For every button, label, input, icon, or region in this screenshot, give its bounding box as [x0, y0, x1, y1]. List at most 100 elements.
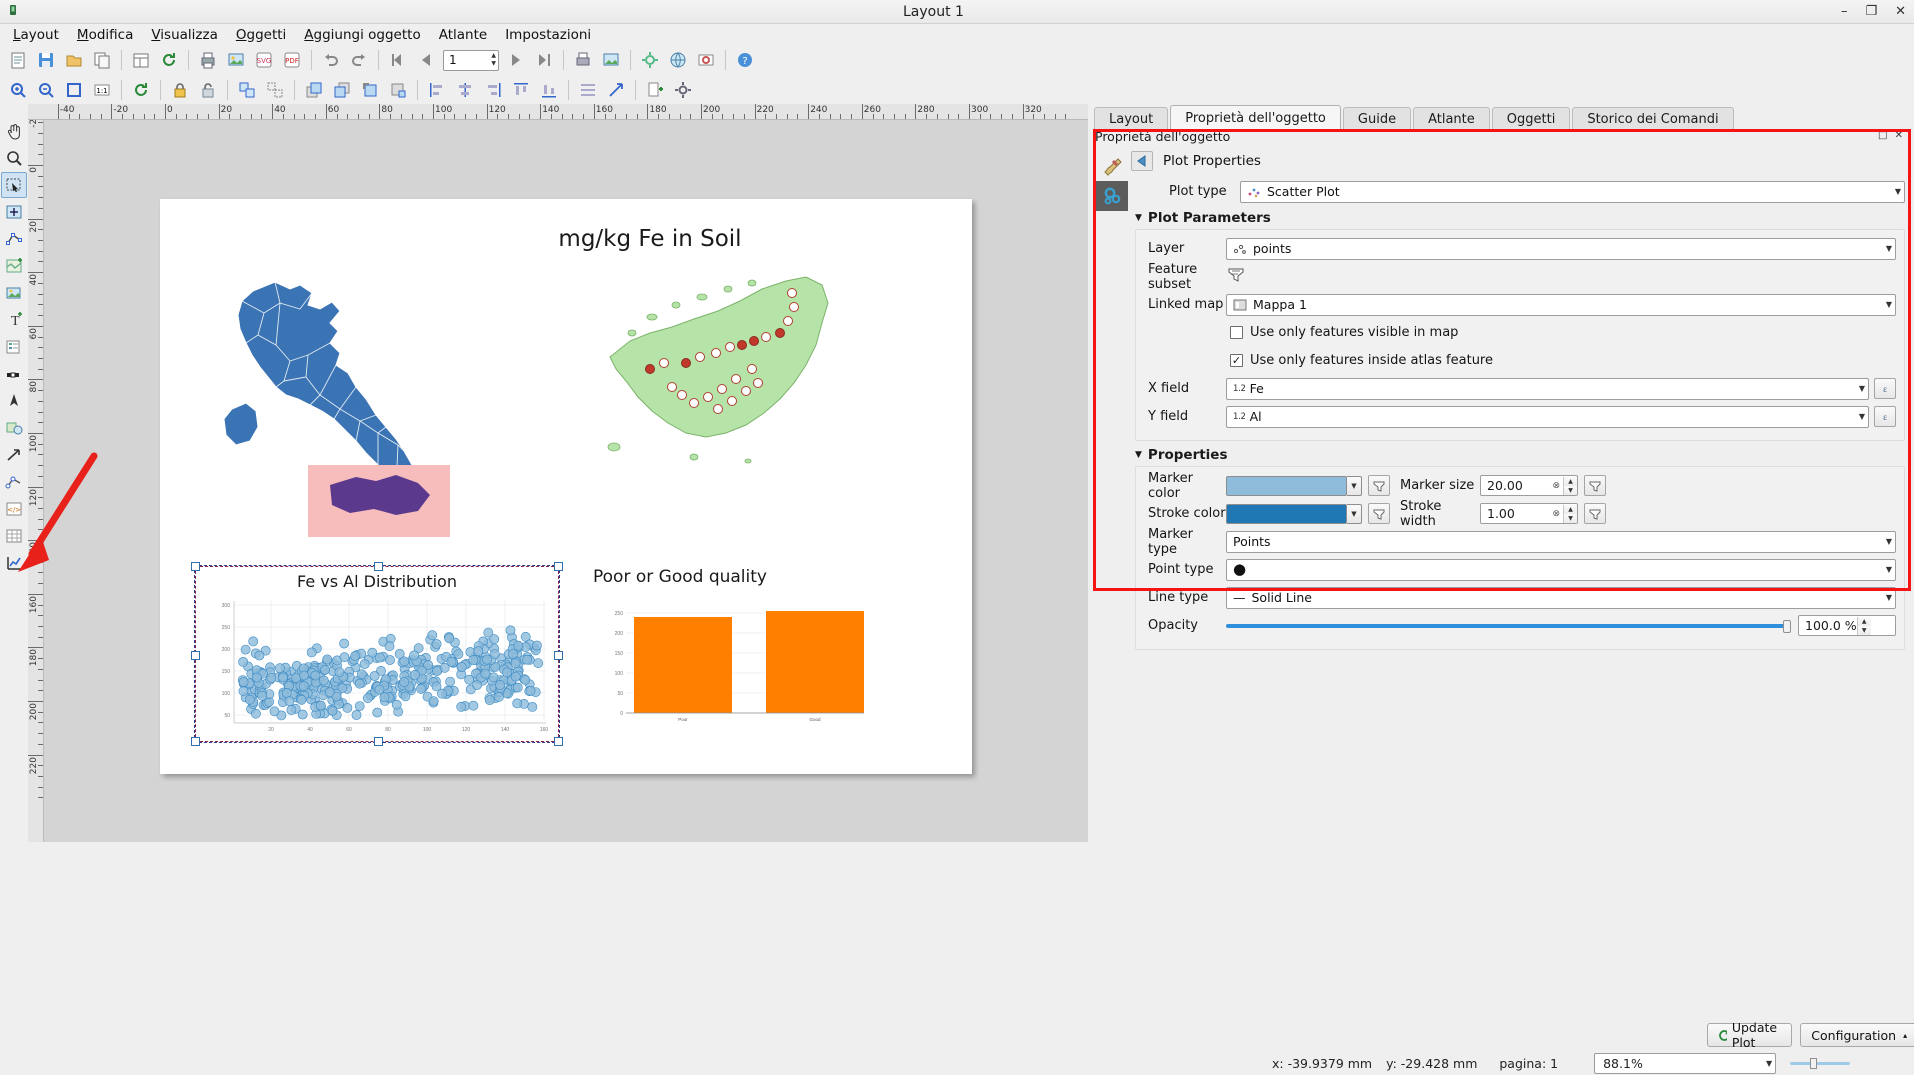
add-scalebar-icon[interactable] [1, 361, 27, 387]
zoom-out-tool-icon[interactable] [33, 78, 59, 102]
menu-oggetti[interactable]: Oggetti [227, 25, 295, 45]
new-layout-icon[interactable] [5, 48, 31, 72]
y-field-select[interactable]: 1.2 Al ▼ [1226, 406, 1869, 428]
add-map-icon[interactable] [1, 253, 27, 279]
tab-oggetti[interactable]: Oggetti [1492, 107, 1571, 130]
add-legend-icon[interactable] [1, 334, 27, 360]
atlas-features-checkbox-row[interactable]: ✓ Use only features inside atlas feature [1230, 348, 1896, 373]
marker-size-data-defined-button[interactable] [1584, 475, 1606, 496]
panel-caption-buttons[interactable]: □ ✕ [1878, 130, 1905, 141]
stroke-width-input[interactable]: 1.00 ⊗ ▲▼ [1480, 503, 1578, 524]
lock-items-icon[interactable] [167, 78, 193, 102]
send-back-icon[interactable] [385, 78, 411, 102]
align-bottom-icon[interactable] [536, 78, 562, 102]
y-field-data-defined-button[interactable]: ε [1874, 406, 1896, 427]
export-pdf-icon[interactable]: PDF [279, 48, 305, 72]
page-title-label[interactable]: mg/kg Fe in Soil [460, 226, 840, 252]
plot-appearance-icon[interactable] [1096, 151, 1128, 181]
refresh-icon[interactable] [128, 78, 154, 102]
linked-map-select[interactable]: Mappa 1 ▼ [1226, 294, 1896, 316]
atlas-features-checkbox[interactable]: ✓ [1230, 354, 1243, 367]
stroke-color-dropdown-icon[interactable]: ▼ [1347, 504, 1362, 524]
tab-proprieta-oggetto[interactable]: Proprietà dell'oggetto [1170, 105, 1341, 130]
menu-visualizza[interactable]: Visualizza [142, 25, 227, 45]
visible-features-checkbox[interactable] [1230, 326, 1243, 339]
export-svg-icon[interactable]: SVG [251, 48, 277, 72]
add-node-item-icon[interactable] [1, 469, 27, 495]
atlas-last-icon[interactable] [531, 48, 557, 72]
atlas-page-input[interactable]: 1 ▲▼ [443, 50, 499, 71]
select-move-item-tool-icon[interactable] [1, 172, 27, 198]
marker-type-select[interactable]: Points ▼ [1226, 531, 1896, 553]
help-icon[interactable]: ? [732, 48, 758, 72]
point-type-select[interactable]: ● ▼ [1226, 559, 1896, 581]
ungroup-items-icon[interactable] [262, 78, 288, 102]
plot-parameters-header[interactable]: ▼ Plot Parameters [1135, 210, 1909, 226]
visible-features-checkbox-row[interactable]: Use only features visible in map [1230, 320, 1896, 345]
stroke-width-data-defined-button[interactable] [1584, 503, 1606, 524]
export-image-icon[interactable] [223, 48, 249, 72]
add-table-icon[interactable] [1, 523, 27, 549]
add-picture-icon[interactable] [1, 280, 27, 306]
zoom-slider-knob[interactable] [1810, 1058, 1817, 1069]
layer-select[interactable]: points ▼ [1226, 238, 1896, 260]
zoom-full-icon[interactable] [61, 78, 87, 102]
pan-tool-icon[interactable] [1, 118, 27, 144]
x-field-data-defined-button[interactable]: ε [1874, 378, 1896, 399]
layout-page[interactable]: mg/kg Fe in Soil [160, 199, 972, 774]
marker-color-swatch[interactable] [1226, 476, 1347, 496]
zoom-slider[interactable] [1790, 1062, 1850, 1065]
atlas-print-icon[interactable] [570, 48, 596, 72]
configuration-button[interactable]: Configuration ▴ [1800, 1023, 1914, 1047]
italy-map-item[interactable] [180, 269, 460, 539]
align-left-icon[interactable] [424, 78, 450, 102]
duplicate-layout-icon[interactable] [89, 48, 115, 72]
stroke-color-swatch[interactable] [1226, 504, 1347, 524]
tab-atlante[interactable]: Atlante [1413, 107, 1490, 130]
align-top-icon[interactable] [508, 78, 534, 102]
close-button[interactable]: ✕ [1895, 5, 1906, 18]
distribute-icon[interactable] [575, 78, 601, 102]
redo-icon[interactable] [346, 48, 372, 72]
resize-icon[interactable] [603, 78, 629, 102]
sicily-map-item[interactable] [590, 271, 870, 501]
add-pages-icon[interactable] [642, 78, 668, 102]
opacity-slider-knob[interactable] [1783, 620, 1791, 633]
zoom-in-tool-icon[interactable] [5, 78, 31, 102]
minimize-button[interactable]: – [1841, 5, 1848, 18]
atlas-globe-icon[interactable] [665, 48, 691, 72]
add-arrow-icon[interactable] [1, 442, 27, 468]
bar-chart-item[interactable]: 250200150 100500 Poor Good [600, 599, 870, 729]
menu-aggiungi-oggetto[interactable]: Aggiungi oggetto [295, 25, 429, 45]
zoom-actual-icon[interactable]: 1:1 [89, 78, 115, 102]
bar-chart-title-label[interactable]: Poor or Good quality [580, 567, 780, 587]
tab-guide[interactable]: Guide [1343, 107, 1411, 130]
open-layout-icon[interactable] [61, 48, 87, 72]
scatter-plot-item[interactable]: Fe vs Al Distribution [195, 566, 559, 742]
menu-atlante[interactable]: Atlante [430, 25, 496, 45]
add-shape-icon[interactable] [1, 415, 27, 441]
bring-front-icon[interactable] [357, 78, 383, 102]
clear-icon[interactable]: ⊗ [1552, 481, 1563, 491]
expression-filter-icon[interactable] [1226, 266, 1252, 288]
edit-nodes-icon[interactable] [1, 226, 27, 252]
add-plot-icon[interactable] [1, 550, 27, 576]
add-html-icon[interactable]: </> [1, 496, 27, 522]
properties-header[interactable]: ▼ Properties [1135, 447, 1909, 463]
add-label-icon[interactable]: T [1, 307, 27, 333]
atlas-settings-icon[interactable] [637, 48, 663, 72]
zoom-tool-icon[interactable] [1, 145, 27, 171]
refresh-view-icon[interactable] [156, 48, 182, 72]
plot-type-select[interactable]: Scatter Plot ▼ [1240, 181, 1905, 203]
atlas-export-image-icon[interactable] [598, 48, 624, 72]
settings-icon[interactable] [670, 78, 696, 102]
layout-manager-icon[interactable] [128, 48, 154, 72]
move-item-content-icon[interactable] [1, 199, 27, 225]
opacity-slider[interactable] [1226, 624, 1798, 628]
atlas-prev-icon[interactable] [413, 48, 439, 72]
resize-handle-tl[interactable] [191, 562, 200, 571]
marker-color-data-defined-button[interactable] [1368, 475, 1390, 496]
undo-icon[interactable] [318, 48, 344, 72]
clear-icon[interactable]: ⊗ [1552, 509, 1563, 519]
zoom-level-combo[interactable]: 88.1% ▼ [1594, 1053, 1776, 1074]
